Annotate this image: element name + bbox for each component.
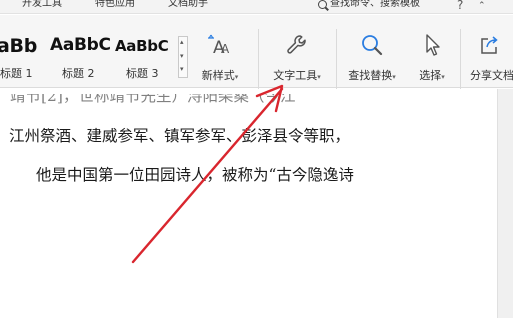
new-style-button[interactable]: A A 新样式▾ bbox=[194, 33, 246, 83]
magnifier-icon bbox=[362, 35, 383, 56]
new-style-label: 新样式▾ bbox=[201, 69, 239, 82]
svg-text:A: A bbox=[221, 42, 230, 56]
text-tools-label: 文字工具▾ bbox=[273, 69, 321, 82]
select-label: 选择▾ bbox=[419, 69, 445, 82]
style-heading-3-sample: AaBbC bbox=[115, 37, 169, 55]
ribbon-separator bbox=[460, 29, 461, 91]
command-search[interactable]: 查找命令、搜索模板 bbox=[318, 0, 420, 10]
search-icon bbox=[318, 0, 327, 9]
share-document-button[interactable]: 分享文档 bbox=[464, 33, 513, 83]
find-replace-button[interactable]: 查找替换▾ bbox=[340, 33, 404, 83]
document-text-line: 他是中国第一位田园诗人，被称为“古今隐逸诗 bbox=[36, 166, 354, 184]
share-icon bbox=[481, 36, 498, 54]
style-gallery: aBb 标题 1 AaBbC 标题 2 AaBbC 标题 3 bbox=[0, 33, 178, 80]
collapse-ribbon-icon[interactable]: ⌃ bbox=[478, 0, 486, 12]
style-heading-3[interactable]: AaBbC 标题 3 bbox=[114, 33, 174, 80]
ribbon-separator bbox=[258, 29, 259, 91]
tab-document-assistant[interactable]: 文档助手 bbox=[168, 0, 208, 10]
style-gallery-scroll[interactable]: ▴ ▾ ▾ bbox=[178, 36, 188, 78]
chevron-up-icon[interactable]: ▴ bbox=[180, 39, 184, 46]
ribbon-separator bbox=[336, 29, 337, 91]
style-heading-2-sample: AaBbC bbox=[50, 35, 111, 55]
style-heading-1[interactable]: aBb 标题 1 bbox=[0, 33, 52, 80]
new-style-icon: A A bbox=[208, 34, 230, 57]
style-heading-3-label: 标题 3 bbox=[126, 67, 159, 80]
wrench-icon bbox=[287, 35, 306, 54]
style-heading-2-label: 标题 2 bbox=[62, 67, 95, 80]
tab-developer-tools[interactable]: 开发工具 bbox=[22, 0, 62, 10]
document-text-line: 江州祭酒、建威参军、镇军参军、彭泽县令等职， bbox=[9, 127, 351, 145]
find-replace-label: 查找替换▾ bbox=[348, 69, 396, 82]
more-styles-icon[interactable]: ▾ bbox=[180, 66, 184, 73]
vertical-scrollbar[interactable] bbox=[497, 89, 513, 318]
share-document-label: 分享文档 bbox=[470, 69, 513, 82]
command-search-label: 查找命令、搜索模板 bbox=[330, 0, 420, 9]
chevron-down-icon[interactable]: ▾ bbox=[180, 53, 184, 60]
help-icon[interactable]: ? bbox=[457, 0, 463, 11]
ribbon-toolbar: aBb 标题 1 AaBbC 标题 2 AaBbC 标题 3 ▴ ▾ ▾ A A… bbox=[0, 15, 513, 91]
style-heading-1-sample: aBb bbox=[0, 35, 38, 57]
text-tools-button[interactable]: 文字工具▾ bbox=[262, 33, 332, 83]
select-button[interactable]: 选择▾ bbox=[410, 33, 454, 83]
tab-special-apps[interactable]: 特色应用 bbox=[95, 0, 135, 10]
style-heading-1-label: 标题 1 bbox=[0, 67, 33, 80]
style-heading-2[interactable]: AaBbC 标题 2 bbox=[50, 33, 112, 80]
ribbon-tab-bar: 开发工具 特色应用 文档助手 查找命令、搜索模板 ? ⌃ bbox=[0, 0, 513, 14]
cursor-arrow-icon bbox=[426, 34, 440, 56]
